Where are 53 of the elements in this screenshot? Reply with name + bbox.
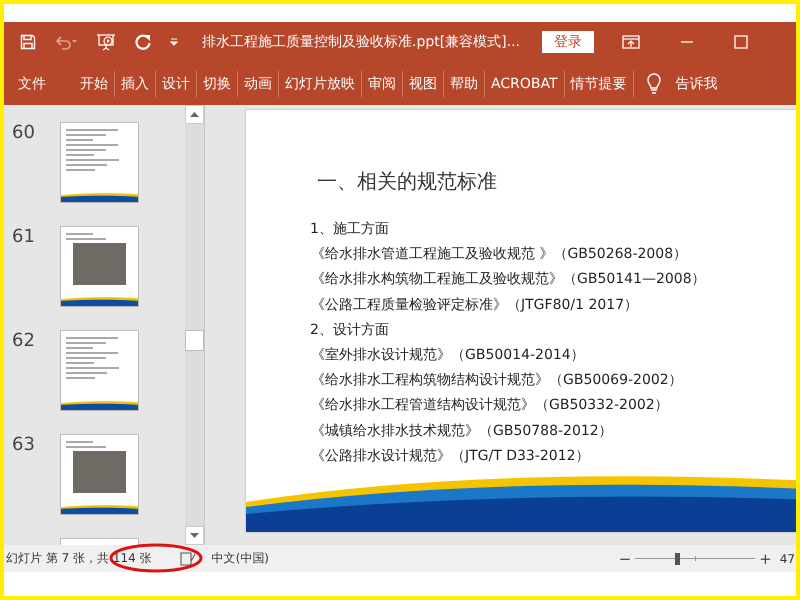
ribbon-tab[interactable]: 帮助 <box>444 74 484 92</box>
ribbon-tab[interactable]: 动画 <box>238 74 278 92</box>
slide-text-line: 《公路工程质量检验评定标准》（JTGF80/1 2017） <box>311 296 640 315</box>
ribbon-tab[interactable]: 情节提要 <box>564 74 632 92</box>
slide-thumbnail[interactable] <box>60 330 139 411</box>
slide-text-line: 2、设计方面 <box>310 320 390 340</box>
save-icon[interactable] <box>20 34 36 50</box>
lightbulb-icon[interactable] <box>646 72 662 94</box>
scroll-down-icon[interactable] <box>185 526 204 545</box>
slide-count: 幻灯片 第 7 张，共 114 张 <box>6 550 152 567</box>
zoom-out-button[interactable]: − <box>614 550 636 568</box>
login-button[interactable]: 登录 <box>542 31 594 53</box>
ribbon-tab[interactable]: 视图 <box>403 74 443 92</box>
slide-text-line: 1、施工方面 <box>310 220 390 239</box>
ribbon-tab[interactable]: 插入 <box>115 74 155 92</box>
ribbon-tab[interactable]: 审阅 <box>362 74 402 92</box>
redo-icon[interactable] <box>134 33 152 51</box>
slide-thumbnail[interactable] <box>60 122 139 203</box>
slide-text-line: 《给水排水工程构筑物结构设计规范》（GB50069-2002） <box>311 371 684 390</box>
scrollbar-thumb[interactable] <box>185 330 204 351</box>
dropdown-icon[interactable] <box>170 38 178 46</box>
ribbon-tab[interactable]: 设计 <box>156 74 196 92</box>
slide-text-line: 《公路排水设计规范》（JTG/T D33-2012） <box>311 446 591 466</box>
language-label[interactable]: 中文(中国) <box>212 550 269 567</box>
tell-me-field[interactable]: 告诉我 <box>670 74 724 92</box>
zoom-percent[interactable]: 47 <box>780 552 795 566</box>
slide-text-line: 《室外排水设计规范》（GB50014-2014） <box>311 346 586 366</box>
slide-title: 一、相关的规范标准 <box>317 168 498 195</box>
slide-text-line: 《给水排水构筑物工程施工及验收规范》（GB50141—2008） <box>311 270 707 290</box>
ribbon-tab[interactable]: 切换 <box>197 74 237 92</box>
slide-number: 60 <box>11 122 36 145</box>
window-title: 排水工程施工质量控制及验收标准.ppt[兼容模式]... <box>202 33 520 51</box>
zoom-slider[interactable] <box>635 552 756 564</box>
scrollbar[interactable] <box>185 105 204 545</box>
ribbon-tab[interactable]: 文件 <box>12 74 52 92</box>
slide-thumbnail[interactable] <box>60 434 139 515</box>
scroll-up-icon[interactable] <box>185 105 204 124</box>
slide-number: 61 <box>11 226 36 249</box>
zoom-in-button[interactable]: + <box>755 550 776 568</box>
ribbon-tab[interactable]: ACROBAT <box>485 76 564 92</box>
slide-thumbnail[interactable] <box>60 226 139 307</box>
slide-number: 63 <box>11 434 36 457</box>
maximize-icon[interactable] <box>734 35 748 49</box>
slide-text-line: 《给水排水工程管道结构设计规范》（GB50332-2002） <box>311 396 670 416</box>
notes-icon[interactable] <box>180 552 196 566</box>
ribbon-tab[interactable]: 幻灯片放映 <box>279 74 361 92</box>
zoom-slider-thumb[interactable] <box>674 552 680 564</box>
ribbon-display-icon[interactable] <box>622 35 640 49</box>
slide-number: 62 <box>11 330 36 353</box>
ribbon-tab[interactable]: 开始 <box>74 74 114 92</box>
slide-text-line: 《城镇给水排水技术规范》（GB50788-2012） <box>311 422 614 441</box>
presentation-icon[interactable] <box>96 33 116 51</box>
slide-text-line: 《给水排水管道工程施工及验收规范 》（GB50268-2008） <box>311 245 688 264</box>
